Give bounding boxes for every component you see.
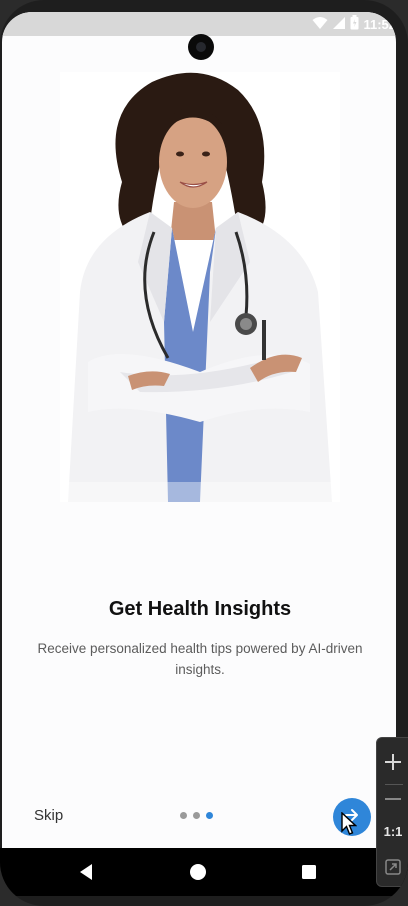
front-camera: [188, 34, 214, 60]
camera-lens: [196, 42, 206, 52]
app-screen: 11:52 Get Health Insights Receive person…: [2, 12, 396, 850]
wifi-icon: [312, 16, 328, 33]
pager-dot: [180, 812, 187, 819]
skip-button[interactable]: Skip: [34, 807, 63, 824]
recents-icon[interactable]: [297, 860, 321, 884]
pager-dot: [193, 812, 200, 819]
fit-screen-icon[interactable]: [377, 854, 408, 880]
back-icon[interactable]: [74, 860, 98, 884]
pager-indicator: [180, 812, 213, 819]
onboarding-title: Get Health Insights: [108, 598, 292, 620]
emulator-side-panel: 1:1: [376, 737, 408, 887]
mouse-cursor-icon: [341, 811, 358, 841]
pager-dot-active: [206, 812, 213, 819]
plus-icon[interactable]: [377, 744, 408, 780]
signal-icon: [332, 16, 346, 33]
onboarding-description: Receive personalized health tips powered…: [37, 641, 363, 677]
status-bar: 11:52: [2, 12, 396, 36]
doctor-portrait: [60, 72, 340, 502]
system-nav-bar: [0, 848, 408, 896]
device-frame: 11:52 Get Health Insights Receive person…: [0, 0, 408, 906]
battery-icon: [350, 15, 359, 33]
zoom-ratio-button[interactable]: 1:1: [377, 818, 408, 844]
home-icon[interactable]: [186, 860, 210, 884]
status-time: 11:52: [363, 16, 396, 32]
status-icons: 11:52: [312, 14, 396, 34]
minus-icon[interactable]: [377, 786, 408, 812]
divider: [385, 784, 403, 785]
